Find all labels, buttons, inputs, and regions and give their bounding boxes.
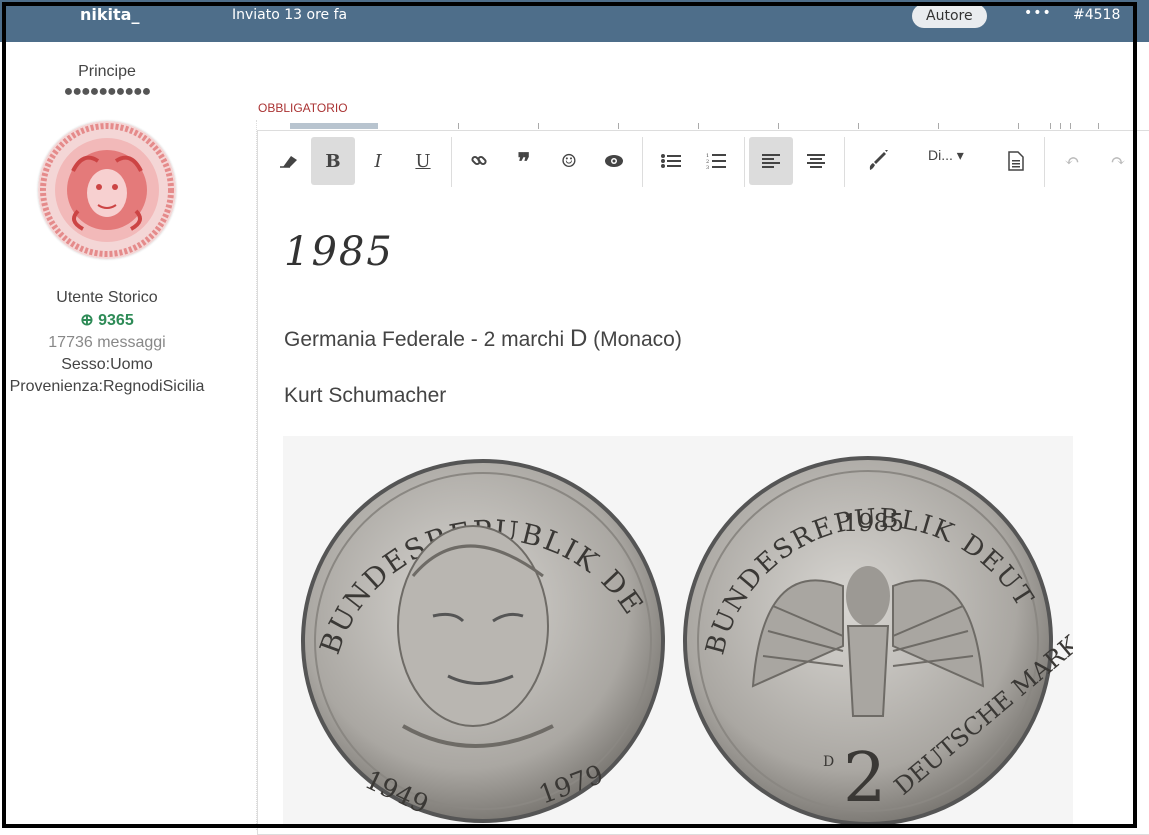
underline-button[interactable]: U [401, 137, 445, 185]
medusa-avatar-image [38, 121, 176, 259]
align-center-icon[interactable] [794, 137, 838, 185]
toolbar-divider [844, 137, 845, 187]
ruler-tick [1050, 123, 1051, 129]
format-dropdown[interactable]: Di... ▾ [928, 147, 964, 164]
ruler-tick [538, 123, 539, 129]
preview-icon[interactable] [592, 137, 636, 185]
toolbar-divider [744, 137, 745, 187]
align-left-icon[interactable] [749, 137, 793, 185]
svg-text:3: 3 [706, 165, 709, 170]
more-options-icon[interactable]: ••• [1024, 5, 1052, 21]
ruler-tick [778, 123, 779, 129]
reverse-year: 1985 [843, 509, 904, 537]
user-group: Utente Storico [56, 289, 158, 306]
numbered-list-icon[interactable]: 123 [694, 137, 738, 185]
coin-country-value: Germania Federale - 2 marchi [284, 328, 565, 351]
brush-icon[interactable] [856, 137, 900, 185]
ruler-segment [290, 123, 378, 129]
rank-pips: ●●●●●●●●●● [63, 83, 152, 100]
reverse-value: 2 [843, 739, 886, 818]
ruler-tick [1018, 123, 1019, 129]
format-label: Di... [928, 147, 953, 163]
reputation-value: 9365 [98, 312, 134, 329]
ruler-tick [938, 123, 939, 129]
toolbar-divider [1044, 137, 1045, 187]
required-label: OBBLIGATORIO [258, 101, 348, 115]
undo-icon[interactable]: ↶ [1050, 137, 1094, 185]
ruler-tick [698, 123, 699, 129]
mint-letter: D [569, 325, 588, 352]
avatar[interactable] [38, 121, 176, 259]
reverse-mint: D [823, 754, 834, 770]
ruler-tick [458, 123, 459, 129]
emoji-icon[interactable]: ☺ [547, 137, 591, 185]
coin-description: Germania Federale - 2 marchi D (Monaco) [284, 325, 682, 353]
user-rank: Principe [78, 63, 136, 80]
username-link[interactable]: nikita_ [80, 5, 139, 24]
editor-content[interactable]: 1985 Germania Federale - 2 marchi D (Mon… [284, 229, 682, 407]
redo-icon[interactable]: ↷ [1096, 137, 1140, 185]
user-origin: Provenienza:RegnodiSicilia [9, 378, 205, 395]
toolbar-divider [642, 137, 643, 187]
coin-subject: Kurt Schumacher [284, 384, 447, 407]
author-badge: Autore [912, 4, 987, 28]
post-header: nikita_ Inviato 13 ore fa Autore ••• #45… [0, 0, 1149, 42]
eraser-icon[interactable] [267, 137, 311, 185]
coin-photo[interactable]: BUNDESREPUBLIK DEUTSCHLAND 1949 1979 BUN… [270, 410, 1085, 828]
italic-button[interactable]: I [356, 137, 400, 185]
mint-city: (Monaco) [593, 328, 682, 351]
quote-icon[interactable]: ❞ [502, 137, 546, 185]
ruler-tick [618, 123, 619, 129]
ruler-tick [1070, 123, 1071, 129]
author-sidebar: Principe ●●●●●●●●●● Utente Storico ⊕ 936… [0, 60, 214, 396]
reputation-badge[interactable]: ⊕ 9365 [0, 310, 214, 330]
document-icon[interactable] [994, 137, 1038, 185]
post-date[interactable]: Inviato 13 ore fa [232, 7, 347, 23]
plus-circle-icon: ⊕ [80, 312, 99, 329]
coin-image: BUNDESREPUBLIK DEUTSCHLAND 1949 1979 BUN… [270, 410, 1085, 828]
chevron-down-icon: ▾ [956, 147, 964, 163]
user-sex: Sesso:Uomo [61, 356, 153, 373]
ruler-tick [1060, 123, 1061, 129]
bullet-list-icon[interactable] [649, 137, 693, 185]
bold-button[interactable]: B [311, 137, 355, 185]
ruler-tick [858, 123, 859, 129]
year-heading: 1985 [284, 229, 394, 275]
toolbar-divider [451, 137, 452, 187]
link-icon[interactable] [457, 137, 501, 185]
post-number-link[interactable]: #4518 [1073, 7, 1120, 23]
ruler-tick [1098, 123, 1099, 129]
message-count: 17736 messaggi [48, 334, 166, 351]
editor-toolbar: B I U ❞ ☺ 123 Di... ▾ ↶ ↷ [258, 131, 1149, 191]
